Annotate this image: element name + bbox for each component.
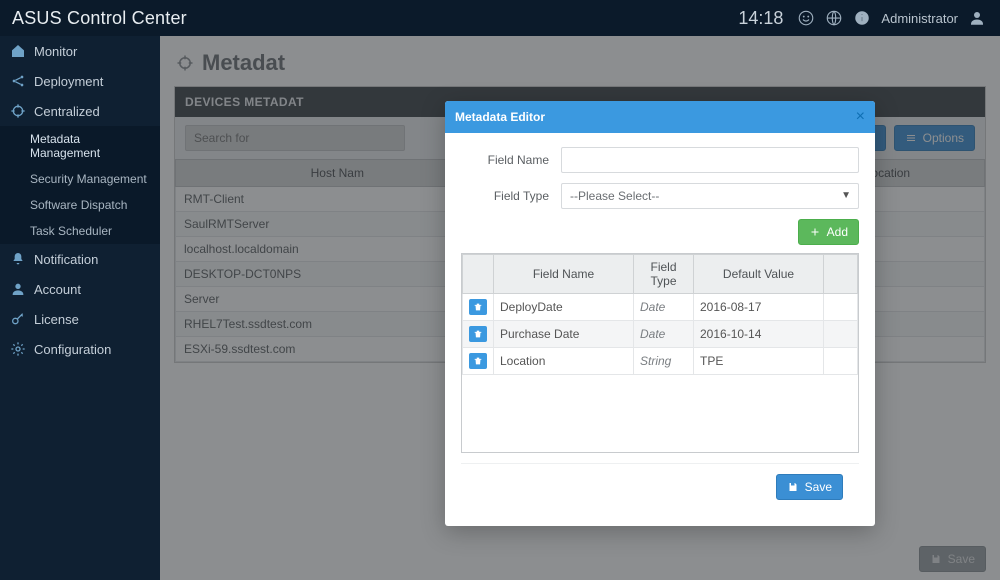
field-name-input[interactable] xyxy=(561,147,859,173)
topbar: ASUS Control Center 14:18 Administrator xyxy=(0,0,1000,36)
table-row: Purchase DateDate2016-10-14 xyxy=(463,321,858,348)
gear-icon xyxy=(10,341,26,357)
modal-title: Metadata Editor xyxy=(455,110,545,124)
share-icon xyxy=(10,73,26,89)
table-row: DeployDateDate2016-08-17 xyxy=(463,294,858,321)
sidebar-sub-security-management[interactable]: Security Management xyxy=(0,166,160,192)
sidebar-item-centralized[interactable]: Centralized xyxy=(0,96,160,126)
field-name-label: Field Name xyxy=(461,153,561,167)
cell-field-type: Date xyxy=(634,294,694,321)
field-type-select[interactable]: --Please Select-- xyxy=(561,183,859,209)
sidebar-item-deployment[interactable]: Deployment xyxy=(0,66,160,96)
sidebar-item-notification[interactable]: Notification xyxy=(0,244,160,274)
sidebar-item-label: Monitor xyxy=(34,44,77,59)
sidebar-item-label: Configuration xyxy=(34,342,111,357)
info-icon[interactable] xyxy=(853,9,871,27)
user-icon xyxy=(10,281,26,297)
crosshair-icon xyxy=(10,103,26,119)
col-action xyxy=(463,255,494,294)
modal-save-button[interactable]: Save xyxy=(776,474,843,500)
table-row: LocationStringTPE xyxy=(463,348,858,375)
cell-field-name: Purchase Date xyxy=(494,321,634,348)
sidebar-item-configuration[interactable]: Configuration xyxy=(0,334,160,364)
sidebar-item-license[interactable]: License xyxy=(0,304,160,334)
delete-icon[interactable] xyxy=(469,326,487,342)
metadata-editor-modal: Metadata Editor × Field Name Field Type … xyxy=(445,101,875,526)
field-type-label: Field Type xyxy=(461,189,561,203)
modal-title-bar: Metadata Editor × xyxy=(445,101,875,133)
sidebar-item-account[interactable]: Account xyxy=(0,274,160,304)
sidebar-sub-software-dispatch[interactable]: Software Dispatch xyxy=(0,192,160,218)
sidebar-item-monitor[interactable]: Monitor xyxy=(0,36,160,66)
cell-field-name: DeployDate xyxy=(494,294,634,321)
sidebar-item-label: Account xyxy=(34,282,81,297)
cell-field-type: String xyxy=(634,348,694,375)
sidebar-sub-task-scheduler[interactable]: Task Scheduler xyxy=(0,218,160,244)
add-button[interactable]: Add xyxy=(798,219,859,245)
brand-title: ASUS Control Center xyxy=(12,8,187,29)
cell-default-value: 2016-08-17 xyxy=(694,294,824,321)
globe-icon[interactable] xyxy=(825,9,843,27)
clock: 14:18 xyxy=(738,8,783,29)
close-icon[interactable]: × xyxy=(856,108,865,126)
sidebar-submenu-centralized: Metadata Management Security Management … xyxy=(0,126,160,244)
col-blank xyxy=(824,255,858,294)
button-label: Add xyxy=(827,225,848,239)
sidebar-item-label: License xyxy=(34,312,79,327)
home-icon xyxy=(10,43,26,59)
sidebar-item-label: Centralized xyxy=(34,104,100,119)
delete-icon[interactable] xyxy=(469,353,487,369)
col-default-value: Default Value xyxy=(694,255,824,294)
key-icon xyxy=(10,311,26,327)
sidebar: Monitor Deployment Centralized Metadata … xyxy=(0,36,160,580)
sidebar-sub-metadata-management[interactable]: Metadata Management xyxy=(0,126,160,166)
sidebar-item-label: Notification xyxy=(34,252,98,267)
main: Metadat DEVICES METADAT Export Batch Upd… xyxy=(160,36,1000,580)
cell-field-type: Date xyxy=(634,321,694,348)
col-field-name: Field Name xyxy=(494,255,634,294)
cell-default-value: TPE xyxy=(694,348,824,375)
admin-label[interactable]: Administrator xyxy=(881,11,958,26)
smile-icon[interactable] xyxy=(797,9,815,27)
bell-icon xyxy=(10,251,26,267)
plus-icon xyxy=(809,226,821,238)
cell-field-name: Location xyxy=(494,348,634,375)
fields-table: Field Name Field Type Default Value Depl… xyxy=(462,254,858,375)
save-icon xyxy=(787,481,799,493)
delete-icon[interactable] xyxy=(469,299,487,315)
button-label: Save xyxy=(805,480,832,494)
col-field-type: Field Type xyxy=(634,255,694,294)
sidebar-item-label: Deployment xyxy=(34,74,103,89)
avatar-icon[interactable] xyxy=(968,9,986,27)
cell-default-value: 2016-10-14 xyxy=(694,321,824,348)
